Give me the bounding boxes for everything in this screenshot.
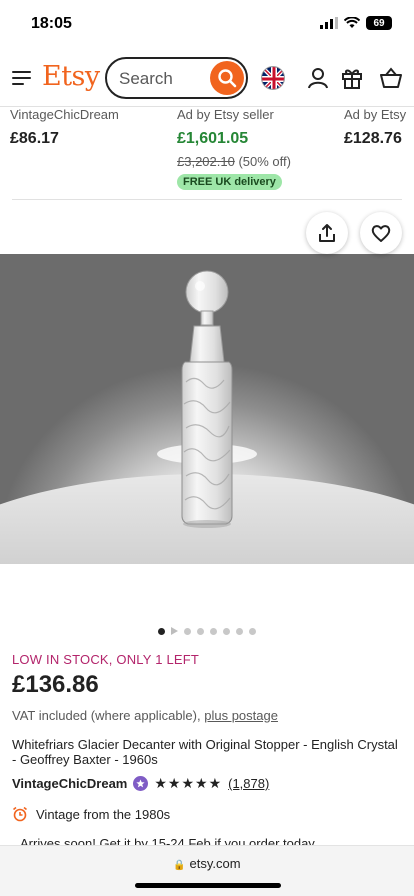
stock-status: LOW IN STOCK, ONLY 1 LEFT xyxy=(12,652,200,667)
gift-button[interactable] xyxy=(339,65,365,91)
rating-stars-icon: ★★★★★ xyxy=(154,775,223,791)
vintage-label: Vintage from the 1980s xyxy=(36,806,171,822)
status-icons: 69 xyxy=(320,16,392,30)
shop-row: VintageChicDream ★★★★★ (1,878) xyxy=(12,775,269,792)
basket-icon xyxy=(380,67,402,88)
discount-label: (50% off) xyxy=(238,154,291,169)
uk-flag-icon xyxy=(261,66,285,90)
search-input[interactable] xyxy=(119,68,207,90)
gallery-dot[interactable] xyxy=(249,627,256,635)
original-price: £3,202.10 xyxy=(177,154,235,169)
share-icon xyxy=(319,224,335,242)
alarm-clock-icon xyxy=(13,806,27,822)
gallery-dot[interactable] xyxy=(171,627,178,635)
user-icon xyxy=(308,68,328,89)
listing-sale-price: £1,601.05 xyxy=(177,130,249,147)
gallery-dot[interactable] xyxy=(210,627,217,635)
listing-seller: VintageChicDream xyxy=(10,107,119,122)
search-icon xyxy=(218,69,237,88)
status-bar: 18:05 69 xyxy=(0,0,414,48)
cart-button[interactable] xyxy=(378,65,404,91)
shop-name-link[interactable]: VintageChicDream xyxy=(12,776,127,791)
reviews-link[interactable]: (1,878) xyxy=(228,776,269,791)
favorite-button[interactable] xyxy=(360,212,402,254)
gallery-dot[interactable] xyxy=(223,627,230,635)
search-button[interactable] xyxy=(210,61,244,95)
vintage-row: Vintage from the 1980s xyxy=(12,806,170,822)
gallery-dot[interactable] xyxy=(197,627,204,635)
star-seller-icon xyxy=(133,776,149,791)
url-text: etsy.com xyxy=(189,856,241,871)
section-divider xyxy=(12,199,402,200)
listing-price: £86.17 xyxy=(10,130,59,147)
lock-icon: 🔒 xyxy=(173,860,186,871)
url-display: 🔒 etsy.com xyxy=(0,856,414,871)
product-title: Whitefriars Glacier Decanter with Origin… xyxy=(12,737,398,767)
share-button[interactable] xyxy=(306,212,348,254)
product-image[interactable] xyxy=(0,254,414,564)
wifi-icon xyxy=(344,17,360,28)
free-delivery-badge: FREE UK delivery xyxy=(177,174,282,190)
home-indicator[interactable] xyxy=(135,883,281,888)
listing-seller: Ad by Etsy xyxy=(344,107,407,122)
listing-seller: Ad by Etsy seller xyxy=(177,107,274,122)
region-button[interactable] xyxy=(260,65,286,91)
vat-text: VAT included (where applicable), xyxy=(12,708,201,723)
site-header: Etsy xyxy=(0,54,414,102)
listing-card[interactable]: VintageChicDream £86.17 xyxy=(10,107,119,148)
status-time: 18:05 xyxy=(31,15,72,32)
product-price: £136.86 xyxy=(12,671,99,698)
gallery-dot[interactable] xyxy=(158,627,165,635)
search-box xyxy=(105,57,248,99)
etsy-logo[interactable]: Etsy xyxy=(42,61,100,92)
battery-icon: 69 xyxy=(366,16,392,30)
signal-icon xyxy=(320,17,338,29)
menu-icon[interactable] xyxy=(12,70,32,86)
vat-note: VAT included (where applicable), plus po… xyxy=(12,708,278,723)
browser-url-bar[interactable]: 🔒 etsy.com xyxy=(0,845,414,896)
gift-icon xyxy=(342,69,362,89)
account-button[interactable] xyxy=(305,65,331,91)
gallery-dot[interactable] xyxy=(236,627,243,635)
gallery-pagination[interactable] xyxy=(0,627,414,635)
listing-card[interactable]: Ad by Etsy £128.76 xyxy=(344,107,406,148)
postage-link[interactable]: plus postage xyxy=(204,708,278,723)
listing-card[interactable]: Ad by Etsy seller £1,601.05 £3,202.10 (5… xyxy=(177,107,291,190)
heart-icon xyxy=(371,225,391,242)
listing-price: £128.76 xyxy=(344,130,402,147)
gallery-dot[interactable] xyxy=(184,627,191,635)
listing-original-price: £3,202.10 (50% off) xyxy=(177,154,291,169)
decanter-illustration xyxy=(0,270,414,564)
